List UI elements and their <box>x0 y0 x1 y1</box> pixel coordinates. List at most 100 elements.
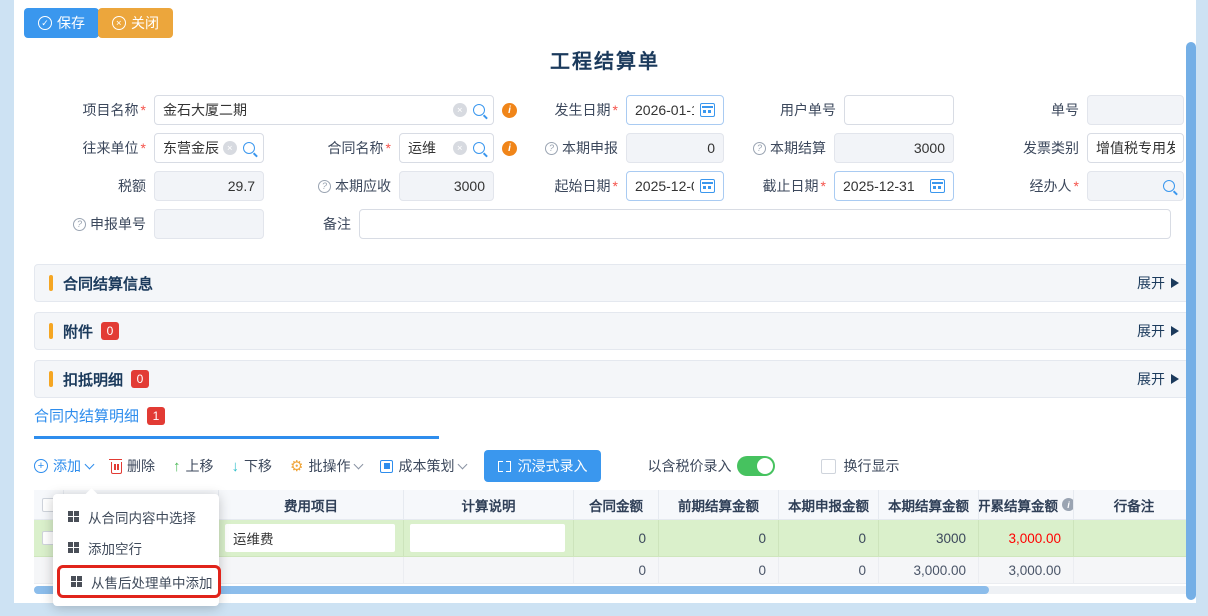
chevron-down-icon <box>354 459 364 469</box>
gear-icon: ⚙ <box>290 457 303 475</box>
clear-circle-icon[interactable] <box>223 141 237 155</box>
start-date-input[interactable]: 2025-12-01 <box>626 171 724 201</box>
total-current-settlement: 3,000.00 <box>879 557 979 583</box>
batch-ops-button[interactable]: ⚙ 批操作 <box>290 456 362 476</box>
total-current-declared: 0 <box>779 557 879 583</box>
tax-inclusive-label: 以含税价录入 <box>647 456 731 476</box>
magnifier-icon[interactable] <box>473 142 485 154</box>
menu-item-add-from-aftersales[interactable]: 从售后处理单中添加 <box>57 565 221 598</box>
occur-date-label: 发生日期* <box>519 100 626 120</box>
move-down-button[interactable]: ↓ 下移 <box>232 456 273 476</box>
tab-contract-settlement-detail[interactable]: 合同内结算明细 1 <box>34 405 165 426</box>
clear-circle-icon[interactable] <box>453 103 467 117</box>
invoice-type-input[interactable]: 增值税专用发票|19 <box>1087 133 1184 163</box>
close-circle-icon <box>112 16 126 30</box>
add-button[interactable]: 添加 <box>34 456 93 476</box>
close-button-label: 关闭 <box>131 13 159 33</box>
page-title: 工程结算单 <box>14 45 1196 74</box>
start-date-label: 起始日期* <box>519 176 626 196</box>
section-title: 扣抵明细 <box>63 369 123 390</box>
info-circle-icon <box>502 141 517 156</box>
header-row-remark: 行备注 <box>1074 490 1194 519</box>
expand-button[interactable]: 展开 <box>1137 369 1179 389</box>
clear-circle-icon[interactable] <box>453 141 467 155</box>
declare-doc-no-input <box>154 209 264 239</box>
total-contract-amount: 0 <box>574 557 659 583</box>
user-doc-no-input[interactable] <box>844 95 954 125</box>
cost-planning-button[interactable]: 成本策划 <box>380 456 466 476</box>
header-fee-item: 费用项目 <box>219 490 404 519</box>
detail-toolbar: 添加 删除 ↑ 上移 ↓ 下移 ⚙ 批操作 成本策划 <box>34 450 1194 482</box>
fee-item-cell[interactable]: 运维费 <box>225 524 395 552</box>
handler-input[interactable] <box>1087 171 1184 201</box>
current-declared-input: 0 <box>626 133 724 163</box>
header-calc-desc: 计算说明 <box>404 490 574 519</box>
counterparty-label: 往来单位* <box>20 138 154 158</box>
project-name-input[interactable]: 金石大厦二期 <box>154 95 494 125</box>
arrow-down-icon: ↓ <box>232 458 240 475</box>
page: 保存 关闭 工程结算单 项目名称* 金石大厦二期 发生日期* 2026-0 <box>0 0 1208 616</box>
tax-amount-input: 29.7 <box>154 171 264 201</box>
delete-button[interactable]: 删除 <box>111 456 155 476</box>
section-marker <box>49 323 53 339</box>
save-button[interactable]: 保存 <box>24 8 99 38</box>
expand-button[interactable]: 展开 <box>1137 321 1179 341</box>
contract-name-input[interactable]: 运维 <box>399 133 494 163</box>
plus-circle-icon <box>34 459 48 473</box>
vertical-scrollbar-thumb[interactable] <box>1186 42 1196 600</box>
end-date-label: 截止日期* <box>714 176 834 196</box>
question-circle-icon: ? <box>545 142 558 155</box>
current-settlement-label: ? 本期结算 <box>714 138 834 158</box>
chevron-down-icon <box>85 459 95 469</box>
magnifier-icon[interactable] <box>473 104 485 116</box>
calendar-icon[interactable] <box>700 179 715 193</box>
section-deduction-details[interactable]: 扣抵明细 0 展开 <box>34 360 1194 398</box>
counterparty-input[interactable]: 东营金辰建 <box>154 133 264 163</box>
menu-item-add-empty-row[interactable]: 添加空行 <box>53 532 219 563</box>
wrap-display-checkbox[interactable] <box>821 459 836 474</box>
question-circle-icon: ? <box>753 142 766 155</box>
grid-icon <box>68 511 79 522</box>
section-title: 合同结算信息 <box>63 273 153 294</box>
immersive-entry-button[interactable]: 沉浸式录入 <box>484 450 601 482</box>
magnifier-icon[interactable] <box>1163 180 1175 192</box>
info-circle-icon <box>1062 498 1074 511</box>
end-date-input[interactable]: 2025-12-31 <box>834 171 954 201</box>
remark-label: 备注 <box>289 214 359 234</box>
section-marker <box>49 371 53 387</box>
prev-settlement-cell[interactable]: 0 <box>659 520 779 556</box>
calc-desc-cell[interactable] <box>410 524 565 552</box>
move-up-button[interactable]: ↑ 上移 <box>173 456 214 476</box>
total-accum-settlement: 3,000.00 <box>979 557 1074 583</box>
declare-doc-no-label: ? 申报单号 <box>20 214 154 234</box>
row-remark-cell[interactable] <box>1074 520 1194 556</box>
fullscreen-brackets-icon <box>498 461 511 472</box>
invoice-type-label: 发票类别 <box>989 138 1087 158</box>
contract-name-label: 合同名称* <box>289 138 399 158</box>
triangle-right-icon <box>1171 374 1179 384</box>
occur-date-input[interactable]: 2026-01-15 <box>626 95 724 125</box>
calendar-icon[interactable] <box>700 103 715 117</box>
magnifier-icon[interactable] <box>243 142 255 154</box>
chevron-down-icon <box>458 459 468 469</box>
remark-input[interactable] <box>359 209 1171 239</box>
section-attachments[interactable]: 附件 0 展开 <box>34 312 1194 350</box>
current-settlement-cell[interactable]: 3000 <box>879 520 979 556</box>
section-marker <box>49 275 53 291</box>
doc-no-input <box>1087 95 1184 125</box>
arrow-up-icon: ↑ <box>173 458 181 475</box>
current-declared-cell[interactable]: 0 <box>779 520 879 556</box>
info-circle-icon <box>502 103 517 118</box>
accum-settlement-cell: 3,000.00 <box>979 520 1074 556</box>
close-button[interactable]: 关闭 <box>98 8 173 38</box>
save-button-label: 保存 <box>57 13 85 33</box>
section-contract-settlement-info[interactable]: 合同结算信息 展开 <box>34 264 1194 302</box>
current-declared-label: ? 本期申报 <box>519 138 626 158</box>
contract-amount-cell[interactable]: 0 <box>574 520 659 556</box>
calendar-icon[interactable] <box>930 179 945 193</box>
menu-item-select-from-contract[interactable]: 从合同内容中选择 <box>53 501 219 532</box>
form-card: 保存 关闭 工程结算单 项目名称* 金石大厦二期 发生日期* 2026-0 <box>14 0 1196 603</box>
expand-button[interactable]: 展开 <box>1137 273 1179 293</box>
total-prev-settlement: 0 <box>659 557 779 583</box>
tax-inclusive-toggle[interactable] <box>737 456 775 476</box>
